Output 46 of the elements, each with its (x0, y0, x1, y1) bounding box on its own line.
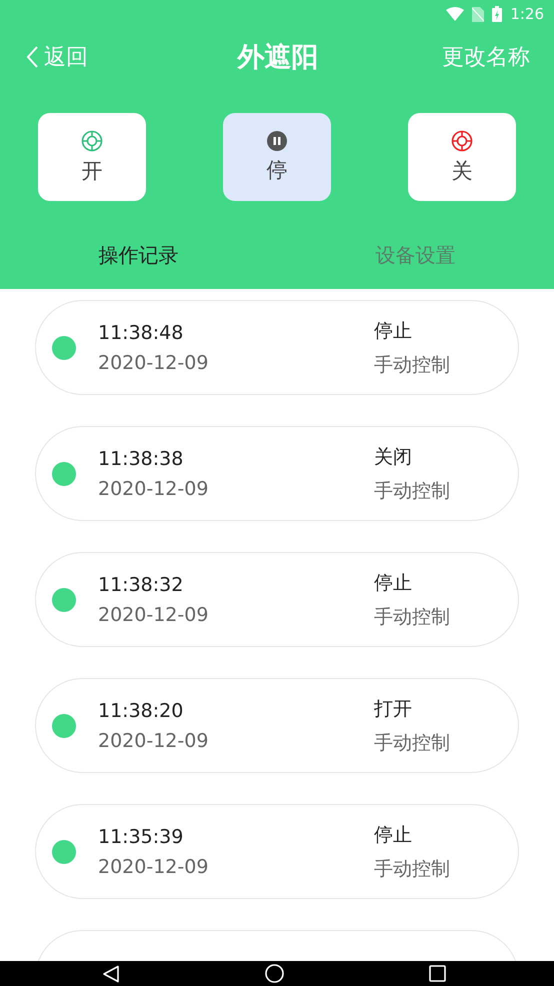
record-time: 11:38:48 (98, 322, 184, 344)
record-mode: 手动控制 (374, 478, 450, 504)
record-action: 打开 (374, 696, 413, 722)
back-icon[interactable] (102, 964, 120, 982)
home-icon[interactable] (264, 964, 284, 983)
control-button[interactable]: 关 (408, 113, 516, 201)
record-time: 11:38:38 (98, 448, 184, 470)
tab[interactable]: 操作记录 (0, 235, 277, 275)
record-date: 2020-12-09 (98, 730, 210, 752)
no-sim-icon (472, 6, 484, 22)
status-dot (52, 336, 76, 360)
status-dot (52, 462, 76, 486)
record-time: 11:38:20 (98, 700, 184, 722)
control-button[interactable]: 开 (38, 113, 146, 201)
chevron-left-icon (26, 46, 38, 68)
record-time: 11:38:32 (98, 574, 184, 596)
record-card[interactable]: 11:38:38 2020-12-09 关闭 手动控制 (35, 426, 519, 521)
status-dot (52, 588, 76, 612)
record-action: 关闭 (374, 444, 413, 470)
battery-icon (492, 6, 502, 22)
record-card[interactable]: 11:35:39 2020-12-09 停止 手动控制 (35, 804, 519, 899)
record-card[interactable]: 11:38:32 2020-12-09 停止 手动控制 (35, 552, 519, 647)
record-time: 11:35:39 (98, 826, 184, 848)
record-mode: 手动控制 (374, 730, 450, 756)
record-mode: 手动控制 (374, 856, 450, 882)
recents-icon[interactable] (428, 965, 446, 982)
record-mode: 手动控制 (374, 604, 450, 630)
status-dot (52, 714, 76, 738)
pause-icon (267, 130, 287, 150)
record-card[interactable]: 11:38:20 2020-12-09 打开 手动控制 (35, 678, 519, 773)
record-action: 停止 (374, 822, 413, 848)
record-action: 停止 (374, 318, 413, 344)
status-time: 1:26 (510, 5, 544, 23)
record-mode: 手动控制 (374, 352, 450, 378)
lifebuoy-icon (451, 130, 473, 152)
control-button[interactable]: 停 (223, 113, 331, 201)
record-action: 停止 (374, 570, 413, 596)
record-card[interactable]: 11:38:48 2020-12-09 停止 手动控制 (35, 300, 519, 395)
record-date: 2020-12-09 (98, 604, 210, 626)
record-date: 2020-12-09 (98, 478, 210, 500)
lifebuoy-icon (81, 130, 103, 152)
wifi-icon (446, 7, 464, 21)
record-date: 2020-12-09 (98, 352, 210, 374)
record-date: 2020-12-09 (98, 856, 210, 878)
status-dot (52, 840, 76, 864)
page-title: 外遮阳 (238, 41, 318, 75)
